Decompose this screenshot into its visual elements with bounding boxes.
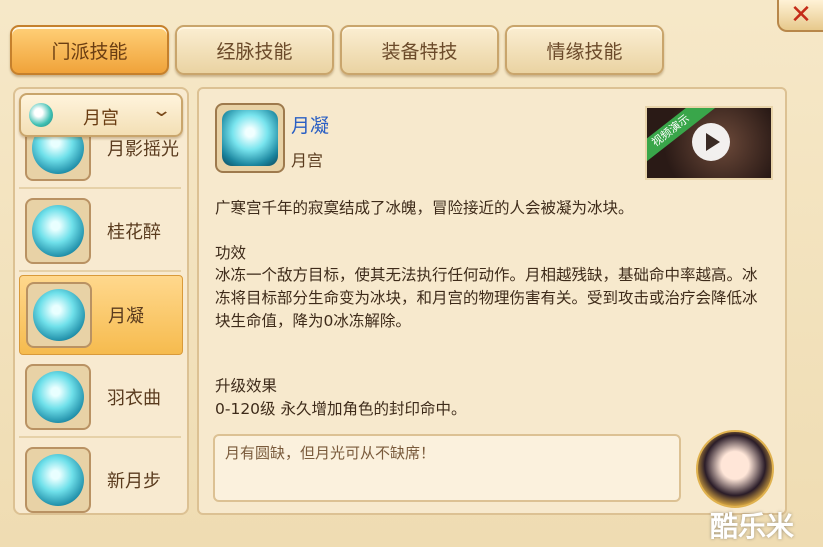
skill-name: 月凝 bbox=[108, 306, 144, 327]
skill-title: 月凝 bbox=[291, 115, 330, 137]
skill-list-item[interactable]: 羽衣曲 bbox=[19, 358, 181, 438]
quote-text: 月有圆缺，但月光可从不缺席！ bbox=[225, 444, 436, 462]
effect-title: 功效 bbox=[215, 244, 247, 262]
skill-list-item[interactable]: 新月步 bbox=[19, 441, 181, 513]
skill-name: 桂花醉 bbox=[107, 222, 161, 243]
skill-name: 新月步 bbox=[107, 471, 161, 492]
tab-bar: 门派技能 经脉技能 装备特技 情缘技能 bbox=[10, 25, 670, 75]
skill-list-item[interactable]: 桂花醉 bbox=[19, 192, 181, 272]
character-avatar bbox=[696, 430, 774, 508]
skill-name: 羽衣曲 bbox=[107, 388, 161, 409]
play-icon bbox=[692, 123, 730, 161]
moon-palace-emblem-icon bbox=[29, 103, 53, 127]
tab-meridian-skills[interactable]: 经脉技能 bbox=[175, 25, 334, 75]
tab-bond-skills[interactable]: 情缘技能 bbox=[505, 25, 664, 75]
quote-box: 月有圆缺，但月光可从不缺席！ bbox=[213, 434, 681, 502]
snowflake-skill-icon bbox=[25, 447, 91, 513]
video-demo-button[interactable]: 视频演示 bbox=[645, 106, 773, 180]
skill-window: ✕ 门派技能 经脉技能 装备特技 情缘技能 月宫 ⌄ 月影摇光 桂花醉 月凝 羽… bbox=[0, 0, 823, 547]
skill-list-item-selected[interactable]: 月凝 bbox=[19, 275, 183, 355]
tab-equipment-skills[interactable]: 装备特技 bbox=[340, 25, 499, 75]
ice-crystal-skill-icon bbox=[215, 103, 285, 173]
tab-school-skills[interactable]: 门派技能 bbox=[10, 25, 169, 75]
school-dropdown-label: 月宫 bbox=[83, 108, 119, 129]
close-icon[interactable]: ✕ bbox=[777, 0, 823, 32]
osmanthus-skill-icon bbox=[25, 198, 91, 264]
chevron-down-icon: ⌄ bbox=[150, 100, 173, 121]
upgrade-title: 升级效果 bbox=[215, 377, 278, 395]
skill-school: 月宫 bbox=[291, 151, 324, 170]
upgrade-body: 0-120级 永久增加角色的封印命中。 bbox=[215, 400, 467, 418]
skill-detail-panel: 月凝 月宫 视频演示 广寒宫千年的寂寞结成了冰魄，冒险接近的人会被凝为冰块。 功… bbox=[197, 87, 787, 515]
ice-crystal-skill-icon bbox=[26, 282, 92, 348]
effect-body: 冰冻一个敌方目标，使其无法执行任何动作。月相越残缺，基础命中率越高。冰冻将目标部… bbox=[215, 266, 758, 330]
school-dropdown[interactable]: 月宫 ⌄ bbox=[19, 93, 183, 137]
skill-name: 月影摇光 bbox=[107, 139, 179, 160]
skill-description: 广寒宫千年的寂寞结成了冰魄，冒险接近的人会被凝为冰块。 bbox=[215, 199, 634, 217]
crescent-skill-icon bbox=[25, 364, 91, 430]
watermark: 酷乐米 bbox=[710, 510, 795, 543]
skill-list-panel: 月宫 ⌄ 月影摇光 桂花醉 月凝 羽衣曲 新月步 bbox=[13, 87, 189, 515]
